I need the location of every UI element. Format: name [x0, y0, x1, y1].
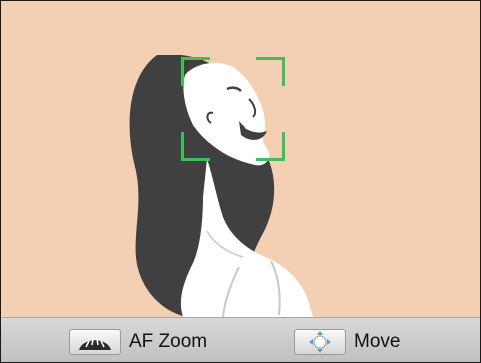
af-frame	[181, 57, 285, 161]
af-zoom-control[interactable]: AF Zoom	[69, 328, 207, 356]
live-view	[17, 17, 467, 317]
af-frame-corner-bottom-right	[256, 132, 285, 161]
move-control[interactable]: Move	[294, 328, 400, 356]
af-zoom-label: AF Zoom	[129, 331, 208, 352]
af-frame-corner-bottom-left	[181, 132, 210, 161]
move-label: Move	[354, 331, 401, 352]
camera-screen: AF Zoom Move	[0, 0, 481, 363]
af-frame-corner-top-left	[181, 57, 210, 86]
zoom-dial-icon	[69, 329, 121, 355]
af-frame-corner-top-right	[256, 57, 285, 86]
directional-pad-icon	[294, 329, 346, 355]
control-hint-bar: AF Zoom Move	[1, 317, 480, 362]
